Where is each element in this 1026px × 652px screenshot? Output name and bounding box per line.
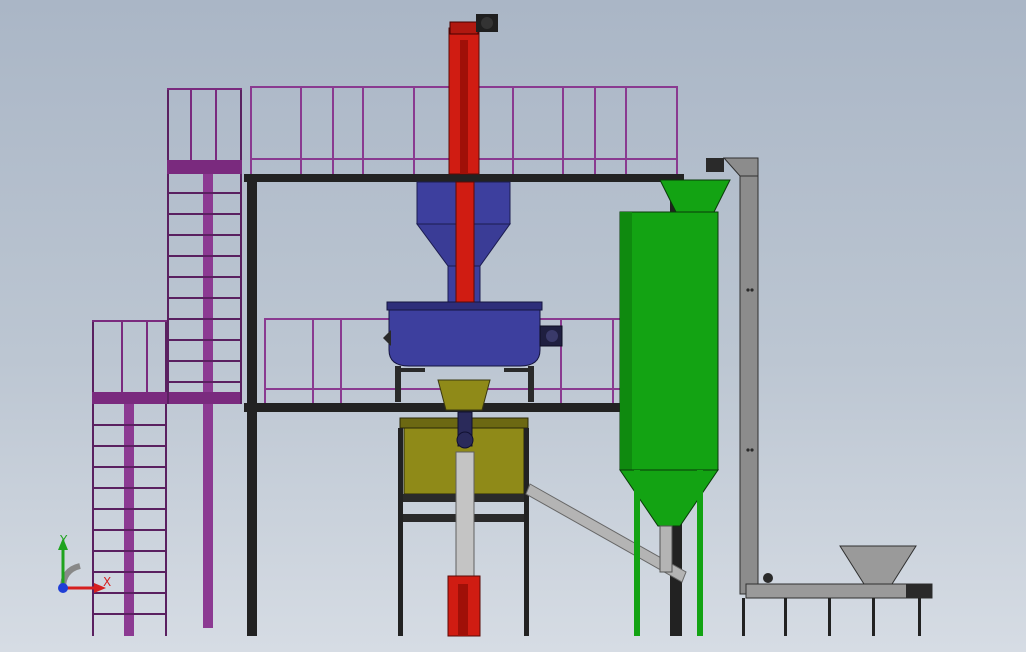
axis-triad[interactable]: Y X (58, 533, 111, 593)
x-axis-label: X (103, 575, 111, 589)
y-axis-label: Y (59, 533, 68, 547)
cad-viewport[interactable]: Y X (0, 0, 1026, 652)
tall-stair-tower (167, 88, 242, 628)
belt-conveyor (742, 545, 933, 636)
